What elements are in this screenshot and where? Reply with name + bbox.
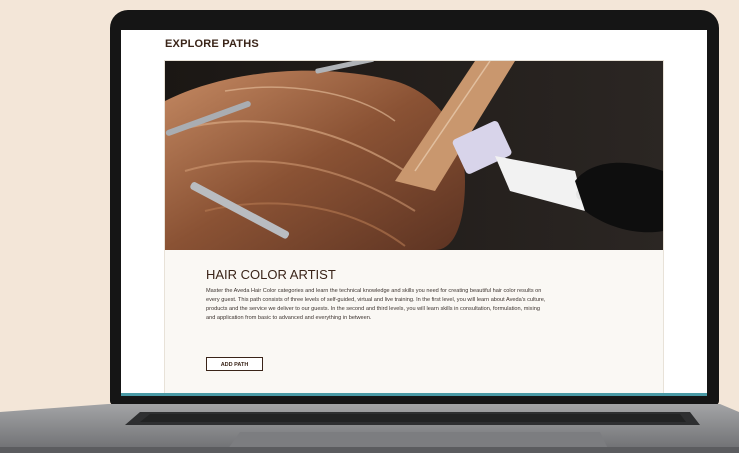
page-title: EXPLORE PATHS — [165, 38, 259, 50]
path-title: HAIR COLOR ARTIST — [206, 267, 336, 282]
path-description: Master the Aveda Hair Color categories a… — [206, 288, 546, 321]
laptop-screen: EXPLORE PATHS HAIR COLOR ARTIST Master t… — [121, 30, 707, 396]
hair-color-hero-image — [165, 61, 663, 250]
path-card: HAIR COLOR ARTIST Master the Aveda Hair … — [164, 60, 664, 396]
add-path-button[interactable]: ADD PATH — [206, 357, 263, 371]
next-card-edge — [121, 393, 707, 396]
